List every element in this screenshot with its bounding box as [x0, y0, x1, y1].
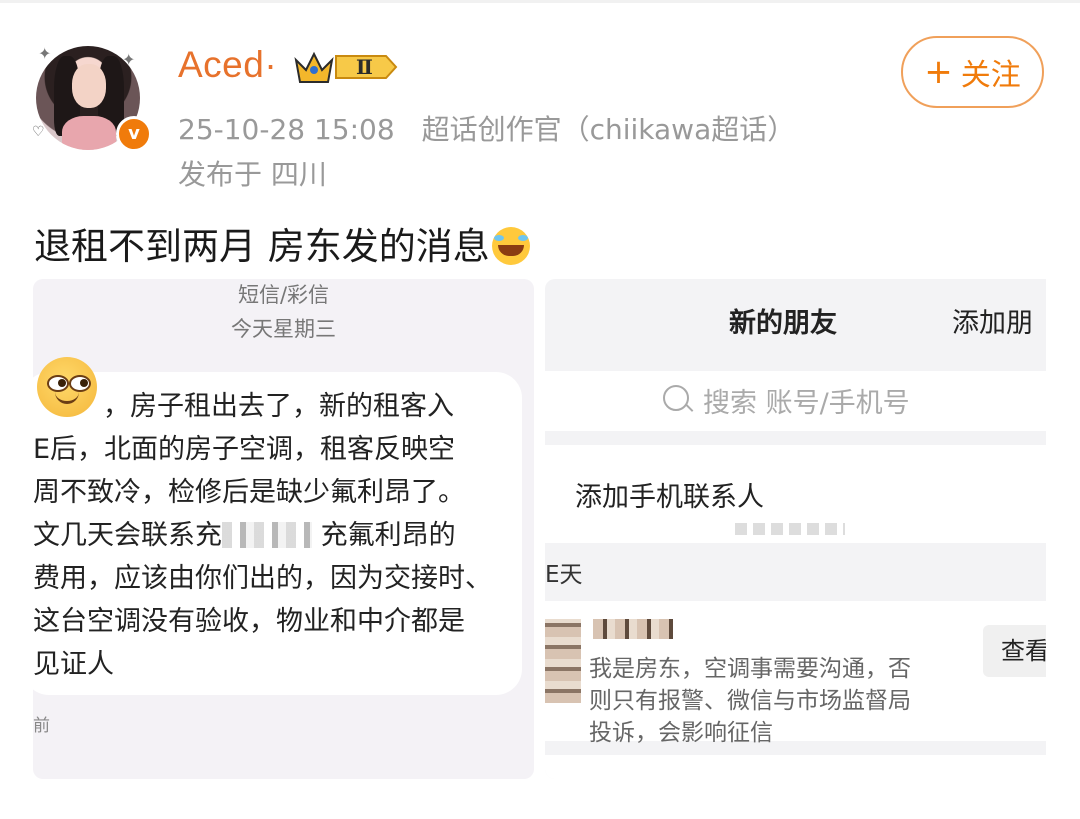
redacted-block: [735, 523, 845, 535]
sms-message: ，房子租出去了，新的租客入 E后，北面的房子空调，租客反映空 周不致冷，检修后是…: [33, 385, 534, 686]
top-divider: [0, 0, 1080, 3]
friend-request-message: 我是房东，空调事需要沟通，否 则只有报警、微信与市场监督局 投诉，会影响征信: [589, 653, 911, 749]
sms-line-part: 文几天会联系充: [33, 520, 222, 551]
redacted-block: [222, 522, 312, 548]
post-image-wechat[interactable]: 新的朋友 添加朋 搜索 账号/手机号 添加手机联系人 E天 我是房东，空调事需要…: [545, 279, 1046, 779]
plus-icon: +: [924, 52, 953, 92]
add-contacts-label: 添加手机联系人: [575, 482, 764, 513]
follow-label: 关注: [960, 58, 1021, 93]
verified-v-icon: v: [116, 116, 152, 152]
wechat-tabs: 新的朋友 添加朋: [545, 279, 1046, 361]
sms-time: 前: [33, 716, 50, 736]
post-body: 退租不到两月 房东发的消息: [34, 216, 530, 270]
avatar[interactable]: ✦ ✦ ♡ v: [30, 40, 152, 158]
post-image-sms[interactable]: 短信/彩信 今天星期三 ，房子租出去了，新的租客入 E后，北面的房子空调，租客反…: [33, 279, 534, 779]
view-button: 查看: [983, 625, 1046, 677]
crown-level-icon: Ⅱ: [294, 51, 398, 83]
username[interactable]: Aced·: [178, 44, 277, 86]
pixelated-name: [593, 619, 673, 639]
wechat-search-bar: 搜索 账号/手机号: [545, 371, 1046, 431]
post-text: 退租不到两月 房东发的消息: [34, 225, 490, 268]
sparkle-icon: ✦: [122, 50, 136, 69]
sms-header: 短信/彩信: [237, 283, 330, 307]
post-location: 发布于 四川: [178, 158, 327, 191]
list-divider: [545, 755, 1046, 779]
sparkle-icon: ✦: [38, 44, 52, 63]
sms-line: E后，北面的房子空调，租客反映空: [33, 434, 456, 465]
message-line: 投诉，会影响征信: [589, 720, 773, 746]
sms-line: ，房子租出去了，新的租客入: [103, 391, 454, 422]
sms-line: 周不致冷，检修后是缺少氟利昂了。: [33, 477, 465, 508]
tab-new-friends: 新的朋友: [729, 308, 837, 339]
message-line: 则只有报警、微信与市场监督局: [589, 688, 911, 714]
laughing-with-tears-icon: [491, 227, 530, 265]
search-placeholder: 搜索 账号/手机号: [703, 388, 910, 419]
sms-day: 今天星期三: [231, 317, 336, 341]
sms-line: 文几天会联系充 充氟利昂的: [33, 514, 534, 557]
pixelated-avatar: [545, 619, 581, 703]
sms-line: 见证人: [33, 649, 114, 680]
message-line: 我是房东，空调事需要沟通，否: [589, 656, 911, 682]
follow-button[interactable]: + 关注: [901, 36, 1044, 108]
level-badge-text: Ⅱ: [356, 55, 373, 79]
tab-add-friends: 添加朋: [952, 308, 1033, 339]
sms-line: 费用，应该由你们出的，因为交接时、: [33, 563, 492, 594]
sms-line-part: 充氟利昂的: [320, 520, 456, 551]
super-topic-tag[interactable]: 超话创作官（chiikawa超话）: [422, 113, 796, 146]
section-label: E天: [545, 562, 583, 588]
add-phone-contacts: 添加手机联系人: [545, 445, 1046, 543]
sms-line: 这台空调没有验收，物业和中介都是: [33, 606, 465, 637]
search-icon: [663, 385, 689, 411]
post-timestamp: 25-10-28 15:08: [178, 113, 395, 146]
post-meta: 25-10-28 15:08 超话创作官（chiikawa超话）: [178, 108, 795, 148]
heart-icon: ♡: [32, 124, 45, 140]
friend-request-item: 我是房东，空调事需要沟通，否 则只有报警、微信与市场监督局 投诉，会影响征信 查…: [545, 601, 1046, 746]
